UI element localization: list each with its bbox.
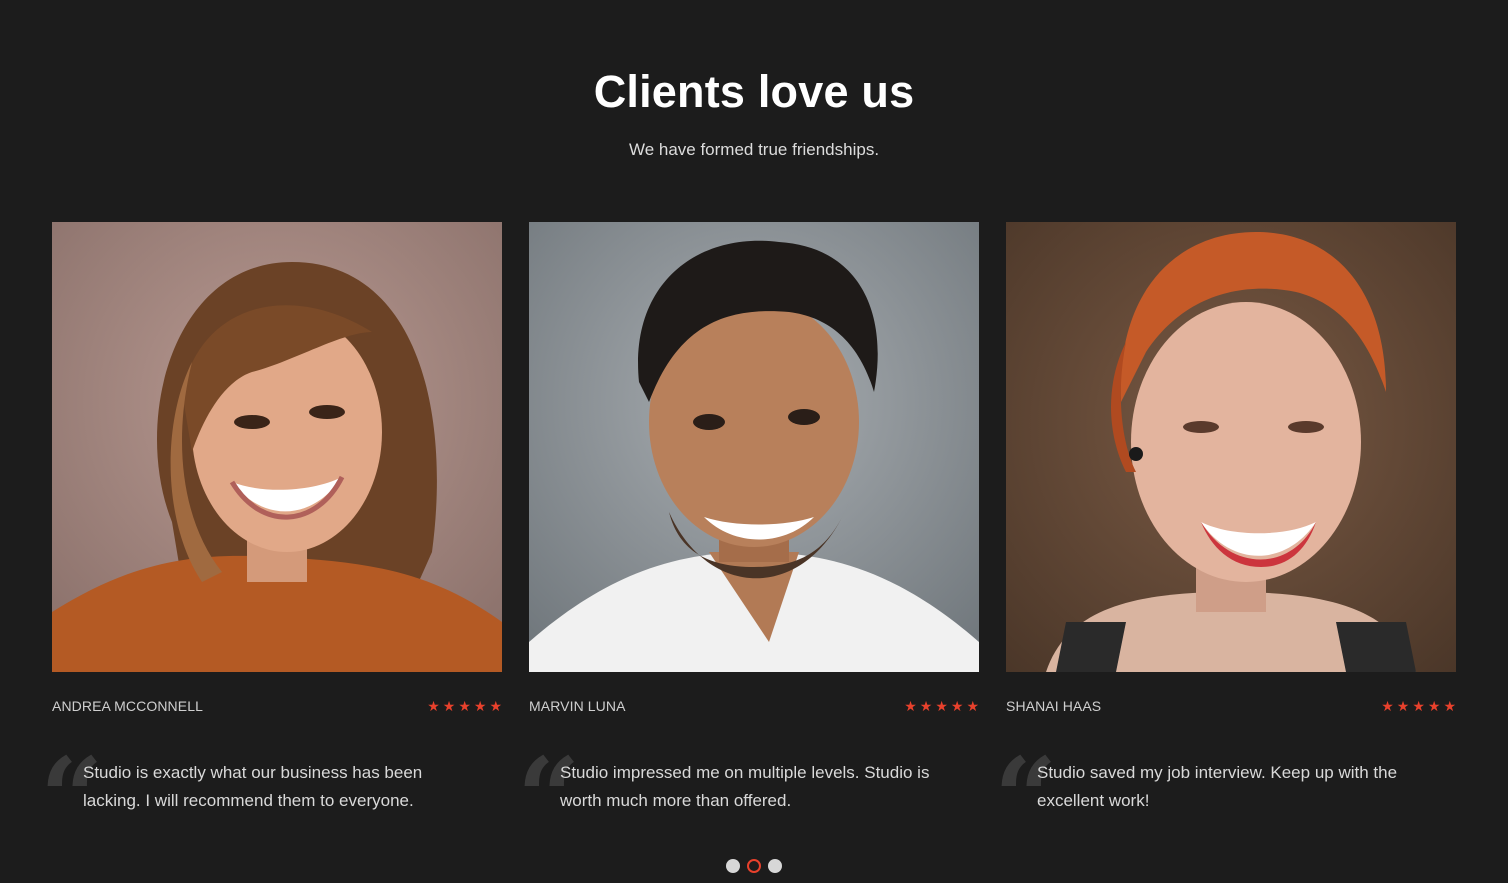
carousel-dot-3[interactable] [768, 859, 782, 873]
star-icon: ★ [1381, 698, 1394, 714]
star-icon: ★ [1443, 698, 1456, 714]
section-title: Clients love us [593, 66, 915, 117]
section-subtitle: We have formed true friendships. [628, 140, 880, 159]
star-icon: ★ [427, 698, 440, 714]
star-icon: ★ [919, 698, 933, 714]
testimonial-card: ANDREA MCCONNELL ★ ★ ★ ★ ★ “ Studio is e… [40, 222, 502, 853]
client-photo-marvin [529, 222, 979, 672]
testimonial-quote: “ Studio is exactly what our business ha… [40, 743, 502, 853]
client-name: ANDREA MCCONNELL [52, 698, 203, 714]
client-photo-shanai [1006, 222, 1456, 672]
client-photo [52, 222, 502, 672]
carousel-dot-1[interactable] [726, 859, 740, 873]
testimonial-quote: “ Studio impressed me on multiple levels… [517, 743, 979, 853]
testimonial-quote: “ Studio saved my job interview. Keep up… [994, 743, 1456, 853]
client-name: MARVIN LUNA [529, 698, 626, 714]
client-photo [1006, 222, 1456, 672]
star-icon: ★ [966, 698, 979, 714]
star-icon: ★ [1412, 698, 1425, 714]
testimonial-card: MARVIN LUNA ★ ★ ★ ★ ★ “ Studio impressed… [517, 222, 979, 853]
star-icon: ★ [458, 698, 471, 714]
testimonial-card: SHANAI HAAS ★ ★ ★ ★ ★ “ Studio saved my … [994, 222, 1456, 853]
star-icon: ★ [904, 698, 917, 714]
star-icon: ★ [489, 698, 502, 714]
star-icon: ★ [935, 698, 948, 714]
client-photo-andrea [52, 222, 502, 672]
rating-stars: ★ ★ ★ ★ ★ [904, 699, 979, 713]
quote-text: Studio impressed me on multiple levels. … [560, 763, 930, 810]
client-name: SHANAI HAAS [1006, 698, 1102, 714]
testimonial-meta: ANDREA MCCONNELL ★ ★ ★ ★ ★ [52, 698, 502, 714]
star-icon: ★ [1396, 698, 1410, 714]
star-icon: ★ [473, 698, 487, 714]
carousel-pagination [0, 859, 1508, 873]
testimonial-meta: SHANAI HAAS ★ ★ ★ ★ ★ [1006, 698, 1456, 714]
quote-text: Studio is exactly what our business has … [83, 763, 423, 810]
rating-stars: ★ ★ ★ ★ ★ [1381, 699, 1456, 713]
testimonials-section: Clients love us We have formed true frie… [0, 0, 1508, 883]
quote-text: Studio saved my job interview. Keep up w… [1037, 763, 1398, 810]
carousel-dot-2[interactable] [747, 859, 761, 873]
client-photo [529, 222, 979, 672]
star-icon: ★ [442, 698, 456, 714]
star-icon: ★ [1427, 698, 1441, 714]
testimonial-meta: MARVIN LUNA ★ ★ ★ ★ ★ [529, 698, 979, 714]
star-icon: ★ [950, 698, 964, 714]
rating-stars: ★ ★ ★ ★ ★ [427, 699, 502, 713]
